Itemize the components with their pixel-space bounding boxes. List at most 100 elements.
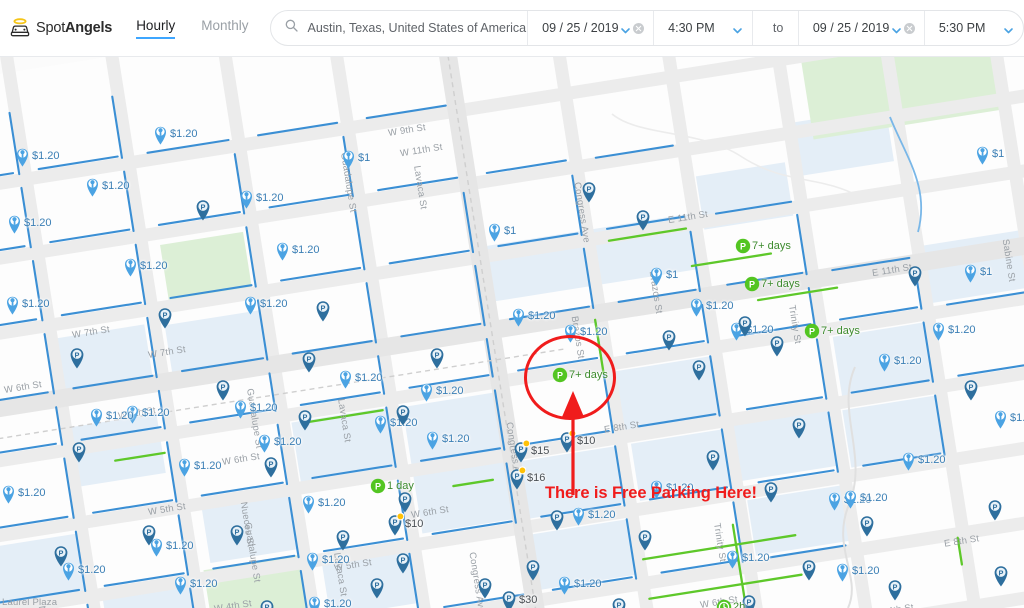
garage-marker[interactable]: P <box>476 575 494 599</box>
free-parking-marker[interactable]: P 7+ days <box>552 367 608 383</box>
street-meter-marker[interactable]: $1.20 <box>4 293 50 315</box>
garage-marker[interactable]: P <box>736 313 754 337</box>
priced-garage-marker[interactable]: P $16 <box>508 466 545 490</box>
start-time-field[interactable]: 4:30 PM <box>653 11 752 45</box>
street-meter-marker[interactable]: $1.20 <box>238 187 284 209</box>
tab-hourly[interactable]: Hourly <box>136 18 176 39</box>
garage-marker[interactable]: P <box>524 557 542 581</box>
street-meter-marker[interactable]: $1.20 <box>232 397 278 419</box>
priced-garage-marker[interactable]: P $10 <box>558 429 595 453</box>
street-meter-marker[interactable]: $1.20 <box>562 321 608 343</box>
free-parking-marker[interactable]: P 7+ days <box>735 238 791 254</box>
street-meter-marker[interactable]: $1.20 <box>570 504 616 526</box>
street-meter-marker[interactable]: $1 <box>340 147 370 169</box>
clear-circle-icon[interactable] <box>633 22 645 34</box>
street-meter-marker[interactable]: $1.20 <box>14 145 60 167</box>
garage-marker[interactable]: P <box>296 407 314 431</box>
street-meter-marker[interactable]: $1.20 <box>510 305 556 327</box>
garage-marker[interactable]: P <box>704 447 722 471</box>
chevron-down-icon[interactable] <box>891 23 902 34</box>
garage-marker[interactable]: P <box>992 563 1010 587</box>
garage-marker[interactable]: P <box>636 527 654 551</box>
garage-marker[interactable]: P <box>548 507 566 531</box>
street-meter-marker[interactable]: $1.20 <box>84 175 130 197</box>
street-meter-marker[interactable]: $1.20 <box>900 449 946 471</box>
street-meter-marker[interactable]: $1.20 <box>256 431 302 453</box>
street-meter-marker[interactable]: $1.20 <box>172 573 218 595</box>
street-meter-marker[interactable]: $1 <box>648 264 678 286</box>
street-meter-marker[interactable]: $1.20 <box>556 573 602 595</box>
street-meter-marker[interactable]: $1.20 <box>274 239 320 261</box>
street-meter-marker[interactable]: $1 <box>486 220 516 242</box>
garage-marker[interactable]: P <box>368 575 386 599</box>
search-input[interactable]: Austin, Texas, United States of America <box>271 11 527 45</box>
garage-marker[interactable]: P <box>300 349 318 373</box>
brand-logo-group[interactable]: SpotAngels <box>9 17 112 39</box>
time-limited-parking-marker[interactable]: 2h <box>716 599 745 608</box>
garage-marker[interactable]: P <box>314 298 332 322</box>
street-meter-marker[interactable]: $1.20 <box>648 477 694 499</box>
priced-garage-marker[interactable]: P $15 <box>512 439 549 463</box>
garage-marker[interactable]: P <box>214 377 232 401</box>
garage-marker[interactable]: P <box>228 522 246 546</box>
tab-monthly[interactable]: Monthly <box>201 18 248 39</box>
chevron-down-icon[interactable] <box>732 23 743 34</box>
free-parking-marker[interactable]: P 7+ days <box>804 323 860 339</box>
street-meter-marker[interactable]: $1.20 <box>337 367 383 389</box>
garage-marker[interactable]: P <box>634 207 652 231</box>
street-meter-marker[interactable]: $1.20 <box>6 212 52 234</box>
garage-marker[interactable]: P <box>68 345 86 369</box>
garage-marker[interactable]: P $30 <box>500 588 537 608</box>
street-meter-marker[interactable]: $1.20 <box>834 560 880 582</box>
street-meter-marker[interactable]: $1.20 <box>0 482 46 504</box>
map-canvas[interactable]: W 11th St E 11th St E 11th St W 9th St W 7th… <box>0 57 1024 608</box>
street-meter-marker[interactable]: $1.20 <box>992 407 1024 429</box>
free-parking-marker[interactable]: P 1 day <box>370 478 414 494</box>
street-meter-marker[interactable]: $1.20 <box>724 547 770 569</box>
garage-marker[interactable]: P <box>906 263 924 287</box>
street-meter-marker[interactable]: $1.20 <box>88 405 134 427</box>
garage-marker[interactable]: P <box>52 543 70 567</box>
garage-marker[interactable]: P <box>262 454 280 478</box>
street-meter-marker[interactable]: $1.20 <box>304 549 350 571</box>
street-meter-marker[interactable]: $1.20 <box>300 492 346 514</box>
street-meter-marker[interactable]: $1.20 <box>876 350 922 372</box>
garage-marker[interactable]: P <box>194 197 212 221</box>
garage-marker[interactable]: P <box>70 439 88 463</box>
end-date-field[interactable]: 09 / 25 / 2019 <box>797 11 924 45</box>
start-date-field[interactable]: 09 / 25 / 2019 <box>527 11 653 45</box>
garage-marker[interactable]: P <box>394 402 412 426</box>
garage-marker[interactable]: P <box>762 479 780 503</box>
garage-marker[interactable]: P <box>962 377 980 401</box>
garage-marker[interactable]: P <box>660 327 678 351</box>
garage-marker[interactable]: P <box>858 513 876 537</box>
garage-marker[interactable]: P <box>768 333 786 357</box>
garage-marker[interactable]: P <box>886 577 904 601</box>
street-meter-marker[interactable]: $1.20 <box>842 487 888 509</box>
street-meter-marker[interactable]: $1 <box>962 261 992 283</box>
garage-marker[interactable]: P <box>258 597 276 608</box>
priced-garage-marker[interactable]: P $10 <box>386 512 423 536</box>
street-meter-marker[interactable]: $1.20 <box>176 455 222 477</box>
garage-marker[interactable]: P <box>790 415 808 439</box>
street-meter-marker[interactable]: $1.20 <box>306 593 352 608</box>
street-meter-marker[interactable]: $1.20 <box>418 380 464 402</box>
street-meter-marker[interactable]: $1.20 <box>424 428 470 450</box>
end-time-field[interactable]: 5:30 PM <box>923 11 1023 45</box>
street-meter-marker[interactable]: $1.20 <box>242 293 288 315</box>
garage-marker[interactable]: P <box>394 550 412 574</box>
street-meter-marker[interactable]: $1.20 <box>122 255 168 277</box>
street-meter-marker[interactable]: $1 <box>974 143 1004 165</box>
garage-marker[interactable]: P <box>334 527 352 551</box>
garage-marker[interactable]: P <box>986 497 1004 521</box>
clear-circle-icon[interactable] <box>903 22 915 34</box>
chevron-down-icon[interactable] <box>620 23 631 34</box>
garage-marker[interactable]: P <box>140 522 158 546</box>
garage-marker[interactable]: P <box>156 305 174 329</box>
garage-marker[interactable]: P <box>690 357 708 381</box>
street-meter-marker[interactable]: $1.20 <box>152 123 198 145</box>
street-meter-marker[interactable]: $1.20 <box>930 319 976 341</box>
garage-marker[interactable]: P <box>800 557 818 581</box>
street-meter-marker[interactable]: $1.20 <box>688 295 734 317</box>
garage-marker[interactable]: P <box>428 345 446 369</box>
